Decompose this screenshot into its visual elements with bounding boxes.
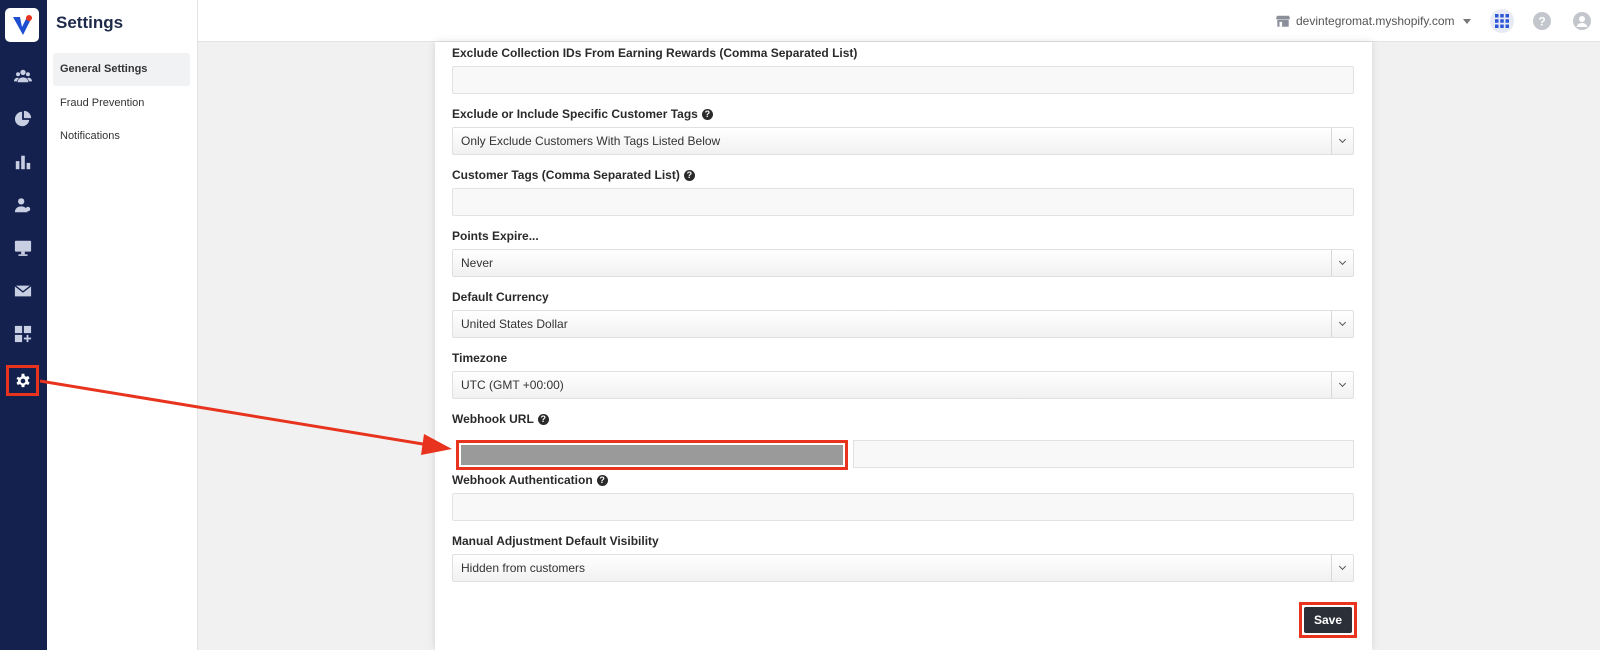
chevron-down-icon [1331, 128, 1353, 154]
question-icon[interactable]: ? [701, 108, 713, 120]
exclude-collections-input[interactable] [452, 66, 1354, 94]
default-currency-label: Default Currency [452, 290, 549, 304]
svg-text:?: ? [1538, 15, 1545, 29]
customer-tags-input[interactable] [452, 188, 1354, 216]
question-icon[interactable]: ? [683, 169, 695, 181]
top-bar: devintegromat.myshopify.com ? [198, 0, 1600, 42]
chevron-down-icon [1331, 372, 1353, 398]
save-button-highlight: Save [1299, 602, 1357, 638]
mail-icon[interactable] [11, 279, 35, 303]
apps-add-icon[interactable] [11, 322, 35, 346]
store-name: devintegromat.myshopify.com [1296, 14, 1455, 28]
sidebar-item-notifications[interactable]: Notifications [53, 120, 190, 153]
bar-chart-icon[interactable] [11, 150, 35, 174]
webhook-url-highlight[interactable] [456, 440, 848, 470]
chevron-down-icon [1331, 555, 1353, 581]
webhook-auth-label: Webhook Authentication ? [452, 473, 608, 487]
webhook-url-label: Webhook URL ? [452, 412, 549, 426]
chevron-down-icon [1462, 18, 1471, 24]
chevron-down-icon [1331, 250, 1353, 276]
sidebar-item-fraud-prevention[interactable]: Fraud Prevention [53, 87, 190, 120]
visibility-label: Manual Adjustment Default Visibility [452, 534, 659, 548]
visibility-select[interactable]: Hidden from customers [452, 554, 1354, 582]
settings-sidebar: Settings General Settings Fraud Preventi… [47, 0, 198, 650]
save-button[interactable]: Save [1304, 607, 1352, 633]
grid-icon[interactable] [1490, 9, 1514, 33]
points-expire-select[interactable]: Never [452, 249, 1354, 277]
customer-tags-mode-label: Exclude or Include Specific Customer Tag… [452, 107, 713, 121]
sidebar-item-general-settings[interactable]: General Settings [53, 53, 190, 86]
customer-tags-label: Customer Tags (Comma Separated List) ? [452, 168, 695, 182]
store-selector[interactable]: devintegromat.myshopify.com [1276, 12, 1471, 30]
help-icon[interactable]: ? [1530, 9, 1554, 33]
settings-form-card: Exclude Collection IDs From Earning Rewa… [435, 42, 1372, 650]
default-currency-select[interactable]: United States Dollar [452, 310, 1354, 338]
redacted-value [461, 445, 843, 465]
gear-icon[interactable] [6, 365, 39, 396]
customer-icon[interactable] [11, 193, 35, 217]
page-title: Settings [56, 13, 124, 32]
webhook-url-input[interactable] [853, 440, 1354, 468]
user-icon[interactable] [1570, 9, 1594, 33]
icon-rail [0, 0, 47, 650]
webhook-auth-input[interactable] [452, 493, 1354, 521]
store-icon [1276, 15, 1290, 27]
timezone-label: Timezone [452, 351, 508, 365]
question-icon[interactable]: ? [537, 413, 549, 425]
timezone-select[interactable]: UTC (GMT +00:00) [452, 371, 1354, 399]
points-expire-label: Points Expire... [452, 229, 539, 243]
question-icon[interactable]: ? [596, 474, 608, 486]
exclude-collections-label: Exclude Collection IDs From Earning Rewa… [452, 46, 858, 60]
chevron-down-icon [1331, 311, 1353, 337]
users-icon[interactable] [11, 64, 35, 88]
v-logo-icon[interactable] [5, 8, 39, 42]
pie-chart-icon[interactable] [11, 107, 35, 131]
customer-tags-mode-select[interactable]: Only Exclude Customers With Tags Listed … [452, 127, 1354, 155]
monitor-icon[interactable] [11, 236, 35, 260]
